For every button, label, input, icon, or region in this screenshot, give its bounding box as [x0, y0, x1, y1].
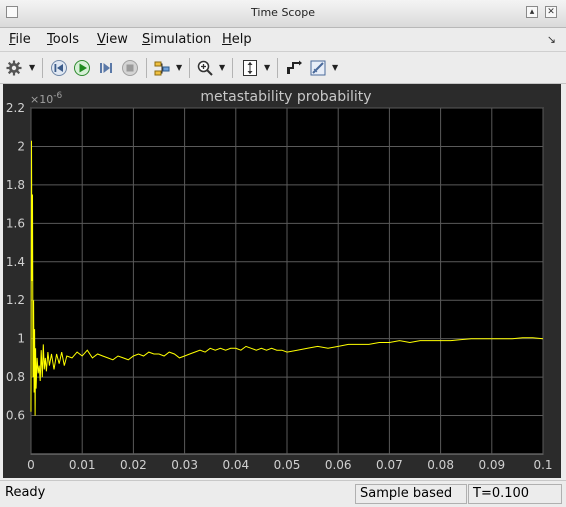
chart-title: metastability probability	[200, 89, 371, 105]
status-ready: Ready	[5, 485, 46, 500]
x-tick-label: 0.06	[325, 458, 352, 472]
x-tick-label: 0.08	[427, 458, 454, 472]
dock-arrow-icon[interactable]: ↘	[547, 33, 556, 46]
x-tick-label: 0.02	[120, 458, 147, 472]
y-tick-label: 1.2	[6, 293, 25, 307]
toolbar-separator	[232, 58, 233, 78]
settings-dropdown-arrow-icon[interactable]: ▼	[29, 63, 35, 72]
signal-highlight-icon[interactable]	[152, 58, 172, 78]
run-icon[interactable]	[72, 58, 92, 78]
status-bar: Ready Sample based T=0.100	[0, 480, 566, 507]
gear-icon[interactable]	[4, 58, 24, 78]
highlight-dropdown-arrow-icon[interactable]: ▼	[176, 63, 182, 72]
menu-tools[interactable]: Tools	[47, 32, 79, 47]
x-tick-label: 0.09	[478, 458, 505, 472]
scope-display: 0.6 0.8 1 1.2 1.4 1.6 1.8 2 2.2 0 0.01 0.02 0.03 0.0…	[3, 84, 561, 478]
close-icon[interactable]: ✕	[545, 6, 557, 18]
autoscale-icon[interactable]	[240, 58, 260, 78]
x-tick-label: 0.01	[69, 458, 96, 472]
zoom-dropdown-arrow-icon[interactable]: ▼	[219, 63, 225, 72]
step-forward-icon[interactable]	[96, 58, 116, 78]
properties-dropdown-arrow-icon[interactable]: ▼	[332, 63, 338, 72]
y-tick-label: 2	[17, 139, 25, 153]
stop-icon[interactable]	[120, 58, 140, 78]
autoscale-dropdown-arrow-icon[interactable]: ▼	[264, 63, 270, 72]
menu-simulation[interactable]: Simulation	[142, 32, 211, 47]
toolbar-separator	[189, 58, 190, 78]
toolbar-separator	[146, 58, 147, 78]
restore-view-icon[interactable]	[284, 58, 304, 78]
y-tick-label: 2.2	[6, 101, 25, 115]
step-back-icon[interactable]	[49, 58, 69, 78]
x-tick-label: 0	[27, 458, 35, 472]
maximize-icon[interactable]: ▴	[526, 6, 538, 18]
menu-view[interactable]: View	[97, 32, 128, 47]
y-tick-labels: 0.6 0.8 1 1.2 1.4 1.6 1.8 2 2.2	[6, 101, 25, 423]
x-tick-label: 0.1	[533, 458, 552, 472]
status-sample-mode: Sample based	[355, 484, 467, 504]
scope-plot[interactable]: 0.6 0.8 1 1.2 1.4 1.6 1.8 2 2.2 0 0.01 0.02 0.03 0.0…	[3, 84, 561, 478]
x-tick-labels: 0 0.01 0.02 0.03 0.04 0.05 0.06 0.07 0.08 0.09 0.1	[27, 458, 552, 472]
window-title: Time Scope	[251, 6, 315, 19]
exponent-label: ×10-6	[30, 91, 62, 106]
x-tick-label: 0.04	[222, 458, 249, 472]
toolbar-separator	[42, 58, 43, 78]
y-tick-label: 1.8	[6, 178, 25, 192]
edit-properties-icon[interactable]	[308, 58, 328, 78]
y-tick-label: 0.8	[6, 370, 25, 384]
zoom-in-icon[interactable]	[195, 58, 215, 78]
menu-file[interactable]: File	[9, 32, 31, 47]
toolbar-separator	[277, 58, 278, 78]
status-time: T=0.100	[468, 484, 562, 504]
x-tick-label: 0.05	[274, 458, 301, 472]
y-tick-label: 1.6	[6, 216, 25, 230]
y-tick-label: 1	[17, 332, 25, 346]
menu-bar: File Tools View Simulation Help ↘	[0, 28, 566, 52]
y-tick-label: 1.4	[6, 255, 25, 269]
x-tick-label: 0.07	[376, 458, 403, 472]
x-tick-label: 0.03	[171, 458, 198, 472]
menu-help[interactable]: Help	[222, 32, 252, 47]
y-tick-label: 0.6	[6, 409, 25, 423]
title-bar: Time Scope ▴ ✕	[0, 0, 566, 28]
toolbar: ▼ ▼ ▼ ▼ ▼	[0, 52, 566, 84]
